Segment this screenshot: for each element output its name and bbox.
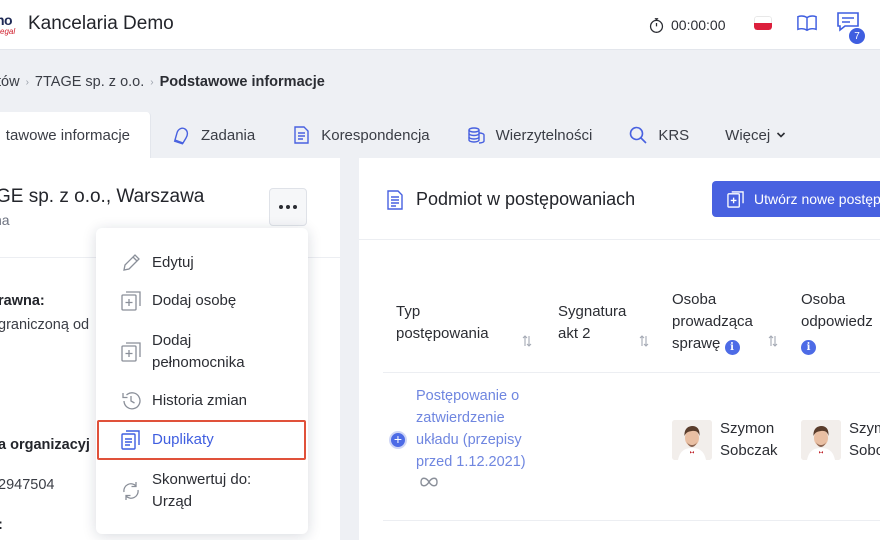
proceedings-panel: Podmiot w postępowaniach Utwórz nowe pos…	[359, 158, 880, 540]
column-header-responsible-person[interactable]: Osoba odpowiedz i	[801, 289, 880, 355]
create-proceeding-button[interactable]: Utwórz nowe postęp	[712, 181, 880, 217]
notifications-badge[interactable]: 7	[848, 27, 866, 45]
bell-icon	[173, 127, 189, 145]
menu-item-add-person[interactable]: Dodaj osobę	[96, 290, 308, 312]
infinity-icon	[420, 477, 438, 487]
lead-person[interactable]: Szymon Sobczak	[672, 418, 790, 462]
add-proxy-icon	[121, 342, 141, 362]
menu-item-label: Dodaj osobę	[152, 292, 237, 309]
divider	[383, 520, 880, 521]
menu-item-add-proxy[interactable]: Dodaj pełnomocnika	[96, 330, 308, 374]
add-document-icon	[727, 190, 744, 208]
app-logo[interactable]: no egal	[0, 12, 22, 38]
next-field-label: :	[0, 517, 3, 533]
create-proceeding-label: Utwórz nowe postęp	[754, 191, 880, 207]
column-header-type[interactable]: Typ postępowania	[396, 301, 506, 345]
book-icon[interactable]	[797, 14, 817, 32]
pencil-icon	[123, 254, 140, 271]
info-icon[interactable]: i	[724, 340, 740, 355]
search-icon	[630, 126, 647, 144]
info-icon[interactable]: i	[801, 340, 816, 355]
breadcrumb-separator: ›	[150, 76, 154, 88]
responsible-person[interactable]: Szym Sobo	[801, 418, 880, 462]
tab-more[interactable]: Więcej	[707, 112, 804, 158]
convert-icon	[123, 482, 139, 500]
entity-subtitle: na	[0, 212, 10, 228]
menu-item-history[interactable]: Historia zmian	[96, 390, 308, 412]
tab-label: KRS	[658, 126, 690, 144]
sort-icon[interactable]	[768, 335, 778, 347]
tab-label: Zadania	[201, 126, 256, 144]
tab-krs[interactable]: KRS	[610, 112, 707, 158]
menu-item-label: Skonwertuj do: Urząd	[152, 471, 252, 510]
duplicates-icon	[121, 430, 140, 450]
tab-basic-info[interactable]: tawowe informacje	[0, 112, 151, 158]
language-flag-icon[interactable]	[754, 16, 772, 30]
sort-icon[interactable]	[639, 335, 649, 347]
expand-row-button[interactable]: +	[389, 431, 407, 449]
avatar	[672, 420, 712, 460]
tab-claims[interactable]: Wierzytelności	[448, 112, 611, 158]
tab-label: tawowe informacje	[5, 126, 130, 144]
coins-icon	[467, 127, 485, 144]
breadcrumb-separator: ›	[25, 76, 29, 88]
column-label: Osoba prowadząca sprawę	[672, 291, 753, 352]
avatar	[801, 420, 841, 460]
legal-form-value: graniczoną od	[0, 317, 90, 333]
breadcrumb: tów › 7TAGE sp. z o.o. › Podstawowe info…	[0, 70, 325, 94]
menu-item-label: Historia zmian	[152, 392, 248, 409]
org-field-value: 2947504	[0, 477, 55, 493]
menu-item-edit[interactable]: Edytuj	[96, 252, 308, 274]
column-header-lead-person[interactable]: Osoba prowadząca sprawę i	[672, 289, 766, 355]
actions-menu: Edytuj Dodaj osobę Dodaj pełnomocnika Hi…	[96, 228, 308, 534]
tab-label: Korespondencja	[321, 126, 430, 144]
divider	[383, 372, 880, 373]
responsible-person-name: Szym Sobo	[849, 420, 880, 459]
menu-item-label: Duplikaty	[152, 431, 214, 448]
proceedings-header: Podmiot w postępowaniach Utwórz nowe pos…	[359, 158, 880, 240]
breadcrumb-item[interactable]: 7TAGE sp. z o.o.	[35, 74, 144, 90]
more-actions-button[interactable]	[269, 188, 307, 226]
tab-tasks[interactable]: Zadania	[151, 112, 273, 158]
timer-value: 00:00:00	[671, 17, 726, 33]
top-bar: no egal Kancelaria Demo 00:00:00 7	[0, 0, 880, 50]
column-header-signature[interactable]: Sygnatura akt 2	[558, 301, 638, 345]
tab-label: Wierzytelności	[495, 126, 593, 144]
column-label: Osoba odpowiedz	[801, 291, 873, 330]
chevron-down-icon	[777, 132, 786, 138]
lead-person-name: Szymon Sobczak	[720, 420, 778, 459]
stopwatch-icon	[649, 17, 664, 33]
menu-item-label: Dodaj pełnomocnika	[152, 332, 245, 371]
entity-name: GE sp. z o.o., Warszawa	[0, 186, 205, 207]
breadcrumb-current: Podstawowe informacje	[159, 74, 325, 90]
case-type-link[interactable]: Postępowanie o zatwierdzenie układu (prz…	[416, 385, 546, 473]
app-title: Kancelaria Demo	[28, 13, 174, 34]
history-icon	[122, 392, 141, 410]
add-person-icon	[121, 291, 141, 311]
breadcrumb-item[interactable]: tów	[0, 74, 20, 90]
document-icon	[294, 126, 309, 144]
document-icon	[387, 190, 403, 210]
panel-title: Podmiot w postępowaniach	[416, 189, 636, 209]
tab-correspondence[interactable]: Korespondencja	[273, 112, 447, 158]
menu-item-label: Edytuj	[152, 254, 194, 271]
org-field-label: a organizacyj	[0, 437, 90, 453]
tab-label: Więcej	[725, 126, 771, 144]
menu-item-duplicates[interactable]: Duplikaty	[97, 420, 306, 460]
work-timer[interactable]: 00:00:00	[648, 15, 726, 35]
sort-icon[interactable]	[522, 335, 532, 347]
menu-item-convert[interactable]: Skonwertuj do: Urząd	[96, 469, 308, 513]
tab-bar: tawowe informacje Zadania Korespondencja…	[0, 112, 880, 158]
legal-form-label: rawna:	[0, 293, 45, 309]
